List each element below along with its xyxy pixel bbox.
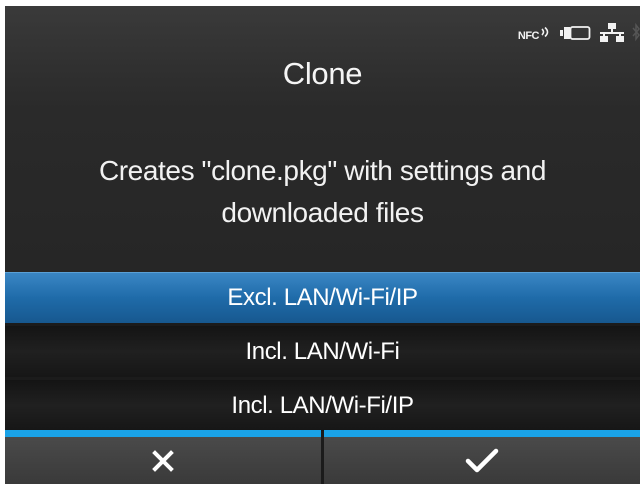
nfc-icon: NFC: [518, 24, 552, 42]
battery-icon: [560, 26, 591, 40]
nfc-label: NFC: [517, 30, 540, 42]
option-excl-lan-wifi-ip[interactable]: Excl. LAN/Wi-Fi/IP: [5, 272, 640, 323]
header: NFC Clone: [5, 6, 640, 110]
option-incl-lan-wifi[interactable]: Incl. LAN/Wi-Fi: [5, 326, 640, 377]
close-icon: [152, 449, 174, 472]
description-text: Creates "clone.pkg" with settings and do…: [25, 150, 620, 234]
option-incl-lan-wifi-ip[interactable]: Incl. LAN/Wi-Fi/IP: [5, 380, 640, 431]
printer-screen: NFC Clone Creates "clone.pkg" with setti…: [5, 6, 640, 484]
message-area: Creates "clone.pkg" with settings and do…: [5, 110, 640, 272]
confirm-button[interactable]: [324, 430, 640, 484]
page-title: Clone: [282, 56, 363, 91]
network-icon: [600, 23, 624, 42]
cancel-button[interactable]: [5, 430, 321, 484]
description-line-1: Creates "clone.pkg" with settings and: [98, 155, 547, 186]
status-bar: NFC: [518, 18, 640, 48]
option-list: Excl. LAN/Wi-Fi/IP Incl. LAN/Wi-Fi Incl.…: [5, 272, 640, 434]
checkmark-icon: [465, 448, 499, 472]
footer: [5, 430, 640, 484]
description-line-2: downloaded files: [221, 197, 424, 228]
bluetooth-icon: [632, 23, 640, 42]
